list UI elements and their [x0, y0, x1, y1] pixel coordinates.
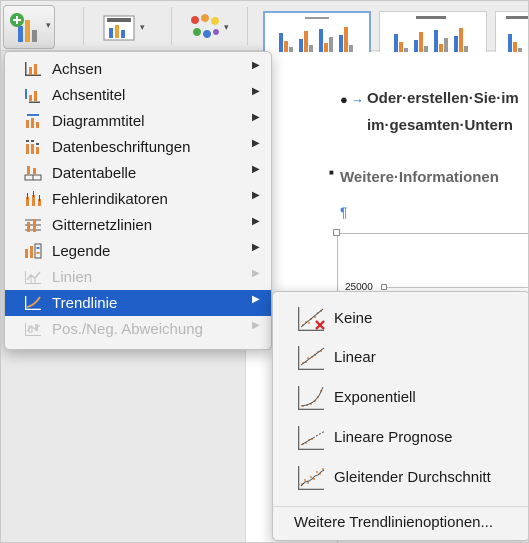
document-text-line[interactable]: im·gesamten·Untern: [367, 117, 513, 134]
menu-item-achsentitel[interactable]: Achsentitel ▶: [5, 82, 271, 108]
gridlines-icon: [25, 219, 41, 232]
submenu-item-linear[interactable]: Linear: [273, 339, 528, 377]
menu-item-label: Diagrammtitel: [52, 113, 145, 130]
ribbon-separator: [83, 7, 84, 45]
data-labels-icon: [26, 140, 39, 154]
menu-item-trendlinie[interactable]: Trendlinie ▶: [5, 290, 271, 316]
menu-item-fehlerindikatoren[interactable]: Fehlerindikatoren ▶: [5, 186, 271, 212]
submenu-arrow-icon: ▶: [252, 190, 260, 201]
chart-title-icon: [26, 114, 39, 128]
trendline-none-icon: [298, 307, 325, 331]
menu-item-datenbeschriftungen[interactable]: Datenbeschriftungen ▶: [5, 134, 271, 160]
chevron-down-icon[interactable]: ▾: [140, 22, 145, 33]
submenu-arrow-icon: ▶: [252, 164, 260, 175]
trendline-linear-forecast-icon: [298, 426, 326, 450]
menu-item-label: Trendlinie: [52, 295, 118, 312]
menu-item-legende[interactable]: Legende ▶: [5, 238, 271, 264]
menu-item-datentabelle[interactable]: Datentabelle ▶: [5, 160, 271, 186]
menu-separator: [273, 506, 528, 507]
trendline-linear-icon: [298, 346, 325, 370]
submenu-item-label: Lineare Prognose: [334, 429, 453, 446]
submenu-arrow-icon: ▶: [252, 112, 260, 123]
tab-arrow-icon: →: [351, 91, 364, 106]
submenu-arrow-icon: ▶: [252, 216, 260, 227]
chart-add-icon: [10, 13, 37, 42]
menu-item-label: Legende: [52, 243, 111, 260]
app-window: ▾ ▾ ▾ ● → Oder·erstellen·Sie·im im·gesam…: [0, 0, 529, 543]
trendline-submenu: Keine Linear Exponentiell Lineare Progno…: [272, 291, 528, 541]
data-table-icon: [24, 166, 42, 181]
more-trendline-options-item[interactable]: Weitere Trendlinienoptionen...: [294, 514, 493, 531]
ribbon-separator: [171, 7, 172, 45]
menu-item-pos-neg-abweichung: Pos./Neg. Abweichung ▶: [5, 316, 271, 342]
submenu-arrow-icon: ▶: [252, 86, 260, 97]
submenu-item-label: Exponentiell: [334, 389, 416, 406]
submenu-item-label: Linear: [334, 349, 376, 366]
menu-item-diagrammtitel[interactable]: Diagrammtitel ▶: [5, 108, 271, 134]
submenu-item-label: Gleitender Durchschnitt: [334, 469, 491, 486]
chart-gridline: [384, 287, 528, 288]
menu-item-label: Linien: [52, 269, 93, 286]
bullet-icon: ■: [329, 168, 334, 177]
legend-icon: [25, 243, 42, 259]
lines-icon: [25, 271, 41, 284]
add-chart-element-menu: Achsen ▶ Achsentitel ▶ Diagrammtitel ▶ D…: [4, 51, 272, 350]
menu-item-label: Datenbeschriftungen: [52, 139, 191, 156]
pilcrow-icon: ¶: [340, 204, 348, 220]
menu-item-linien: Linien ▶: [5, 264, 271, 290]
document-text-line[interactable]: Weitere·Informationen: [340, 169, 499, 186]
color-dots-icon: [191, 14, 219, 38]
menu-item-label: Achsen: [52, 61, 103, 78]
submenu-arrow-icon: ▶: [252, 294, 260, 305]
trendline-exponential-icon: [298, 386, 324, 410]
quick-layout-button[interactable]: [103, 15, 135, 41]
trendline-icon: [25, 296, 41, 310]
menu-item-gitternetzlinien[interactable]: Gitternetzlinien ▶: [5, 212, 271, 238]
submenu-item-keine[interactable]: Keine: [273, 300, 528, 338]
submenu-arrow-icon: ▶: [252, 242, 260, 253]
chevron-down-icon[interactable]: ▾: [224, 22, 229, 33]
submenu-arrow-icon: ▶: [252, 268, 260, 279]
submenu-arrow-icon: ▶: [252, 138, 260, 149]
change-colors-button[interactable]: [189, 13, 221, 43]
submenu-item-label: Keine: [334, 310, 373, 327]
resize-handle-icon[interactable]: [333, 229, 340, 236]
resize-handle-icon[interactable]: [381, 284, 387, 290]
menu-item-label: Achsentitel: [52, 87, 126, 104]
error-bars-icon: [26, 191, 41, 206]
menu-item-label: Pos./Neg. Abweichung: [52, 321, 203, 338]
menu-item-label: Gitternetzlinien: [52, 217, 153, 234]
submenu-item-exponentiell[interactable]: Exponentiell: [273, 379, 528, 417]
menu-item-label: Fehlerindikatoren: [52, 191, 168, 208]
menu-item-achsen[interactable]: Achsen ▶: [5, 56, 271, 82]
chart-design-ribbon: ▾ ▾ ▾: [1, 1, 528, 69]
axes-icon: [25, 62, 41, 76]
submenu-arrow-icon: ▶: [252, 60, 260, 71]
document-text-line[interactable]: Oder·erstellen·Sie·im: [367, 90, 519, 107]
ribbon-separator: [247, 7, 248, 45]
up-down-bars-icon: [25, 323, 41, 336]
chart-layout-icon: [103, 15, 135, 41]
trendline-moving-average-icon: [298, 466, 325, 490]
submenu-arrow-icon: ▶: [252, 320, 260, 331]
menu-item-label: Datentabelle: [52, 165, 137, 182]
axis-title-icon: [25, 89, 40, 103]
bullet-icon: ●: [340, 92, 348, 107]
chevron-down-icon[interactable]: ▾: [46, 20, 51, 31]
submenu-item-lineare-prognose[interactable]: Lineare Prognose: [273, 419, 528, 457]
submenu-item-gleitender-durchschnitt[interactable]: Gleitender Durchschnitt: [273, 459, 528, 497]
